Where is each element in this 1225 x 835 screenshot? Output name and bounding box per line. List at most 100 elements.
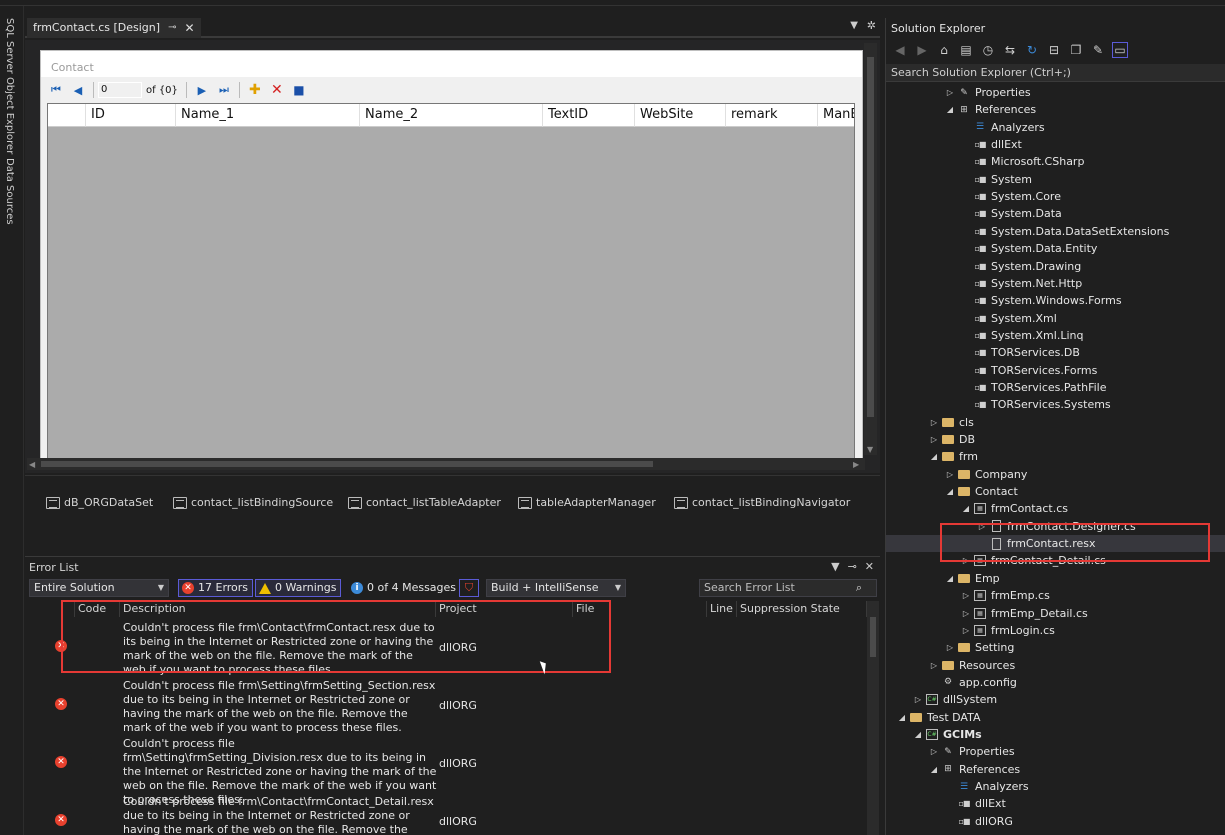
tree-node[interactable]: ▫■ TORServices.Forms (960, 362, 1098, 379)
column-header-name2[interactable]: Name_2 (360, 104, 543, 127)
errors-filter-button[interactable]: ✕ 17 Errors (178, 579, 254, 597)
tree-node[interactable]: ▷ ✎ Properties (944, 84, 1031, 101)
expand-icon[interactable]: ▷ (928, 418, 940, 427)
tree-node[interactable]: ◢ C# GCIMs (912, 726, 982, 743)
tree-node[interactable]: ▫■ System.Drawing (960, 258, 1082, 275)
tree-node[interactable]: ▫■ Microsoft.CSharp (960, 153, 1085, 170)
expand-icon[interactable]: ▷ (960, 626, 972, 635)
show-all-files-icon[interactable]: ❐ (1068, 43, 1084, 57)
panel-menu-icon[interactable]: ▼ (831, 560, 839, 573)
tree-node[interactable]: ⚙ app.config (928, 674, 1017, 691)
tree-node[interactable]: ▷ Company (944, 466, 1027, 483)
scroll-right-icon[interactable]: ▶ (853, 460, 859, 469)
tree-node[interactable]: ☰ Analyzers (944, 778, 1029, 795)
tree-node[interactable]: ▫■ System.Data.Entity (960, 240, 1098, 257)
close-icon[interactable]: ✕ (865, 560, 874, 573)
column-header-remark[interactable]: remark (726, 104, 818, 127)
expand-icon[interactable]: ▷ (960, 609, 972, 618)
filter-icon[interactable]: ⛉ (459, 579, 479, 597)
tree-node[interactable]: ▫■ TORServices.PathFile (960, 379, 1107, 396)
delete-icon[interactable]: ✕ (266, 81, 288, 99)
tree-node[interactable]: ▫■ System.Windows.Forms (960, 292, 1122, 309)
messages-filter-button[interactable]: i 0 of 4 Messages (347, 579, 461, 597)
search-icon[interactable]: ⌕ (856, 580, 862, 596)
pending-changes-icon[interactable]: ◷ (980, 43, 996, 57)
expand-icon[interactable]: ▷ (912, 695, 924, 704)
collapse-icon[interactable]: ◢ (896, 713, 908, 722)
scroll-down-icon[interactable]: ▼ (867, 445, 873, 454)
tree-node[interactable]: ▫■ System.Data.DataSetExtensions (960, 223, 1170, 240)
expand-icon[interactable]: ▷ (928, 661, 940, 670)
collapse-icon[interactable]: ◢ (928, 452, 940, 461)
contact-form-preview[interactable]: Contact ⏮ ◀ 0 of {0} ▶ ⏭ ✚ ✕ ■ ID Name_1… (40, 50, 863, 465)
expand-icon[interactable]: ▷ (944, 470, 956, 479)
scrollbar-thumb[interactable] (867, 57, 874, 417)
gear-icon[interactable]: ✲ (867, 19, 876, 32)
tab-list-dropdown-icon[interactable]: ▼ (850, 20, 858, 31)
refresh-icon[interactable]: ↻ (1024, 43, 1040, 57)
expand-icon[interactable]: ▷ (928, 435, 940, 444)
close-icon[interactable]: ✕ (184, 18, 194, 38)
tree-node[interactable]: ▷ ▦ frmEmp.cs (960, 587, 1050, 604)
switch-views-icon[interactable]: ▤ (958, 43, 974, 57)
collapse-icon[interactable]: ◢ (960, 504, 972, 513)
position-input[interactable]: 0 (98, 82, 142, 98)
collapse-icon[interactable]: ◢ (944, 487, 956, 496)
tree-node[interactable]: ▫■ System.Data (960, 205, 1062, 222)
error-search-input[interactable]: Search Error List ⌕ (699, 579, 877, 597)
tray-item-dataset[interactable]: dB_ORGDataSet (46, 496, 153, 509)
tree-node[interactable]: ▫■ System.Core (960, 188, 1061, 205)
move-last-icon[interactable]: ⏭ (213, 81, 235, 99)
column-header-website[interactable]: WebSite (635, 104, 726, 127)
preview-icon[interactable]: ▭ (1112, 42, 1128, 58)
scroll-left-icon[interactable]: ◀ (29, 460, 35, 469)
data-sources-tab[interactable]: Data Sources (4, 158, 15, 225)
expand-icon[interactable]: ▷ (944, 88, 956, 97)
warnings-filter-button[interactable]: 0 Warnings (255, 579, 342, 597)
column-header-maned[interactable]: ManEd (818, 104, 854, 127)
error-row[interactable]: ✕ Couldn't process file frm\Setting\frmS… (25, 677, 867, 735)
tree-node[interactable]: ◢ Test DATA (896, 709, 981, 726)
expand-icon[interactable]: ▷ (960, 591, 972, 600)
collapse-icon[interactable]: ◢ (928, 765, 940, 774)
sync-icon[interactable]: ⇆ (1002, 43, 1018, 57)
scope-dropdown[interactable]: Entire Solution ▼ (29, 579, 169, 597)
tree-node[interactable]: ▷ cls (928, 414, 974, 431)
designer-horizontal-scrollbar[interactable]: ◀ ▶ (27, 458, 865, 470)
collapse-icon[interactable]: ◢ (944, 574, 956, 583)
tray-item-bindingnavigator[interactable]: contact_listBindingNavigator (674, 496, 850, 509)
save-icon[interactable]: ■ (288, 81, 310, 99)
properties-icon[interactable]: ✎ (1090, 43, 1106, 57)
tree-node[interactable]: ▫■ TORServices.Systems (960, 396, 1111, 413)
move-previous-icon[interactable]: ◀ (67, 81, 89, 99)
tree-node[interactable]: ▫■ dllORG (944, 813, 1013, 830)
forward-icon[interactable]: ▶ (914, 43, 930, 57)
back-icon[interactable]: ◀ (892, 43, 908, 57)
tree-node[interactable]: ▷ Resources (928, 657, 1015, 674)
build-filter-dropdown[interactable]: Build + IntelliSense ▼ (486, 579, 626, 597)
tree-node[interactable]: ▫■ dllExt (944, 795, 1006, 812)
move-next-icon[interactable]: ▶ (191, 81, 213, 99)
sql-server-object-explorer-tab[interactable]: SQL Server Object Explorer (4, 18, 15, 154)
expand-icon[interactable]: ▷ (944, 643, 956, 652)
tree-node[interactable]: ◢ ▦ frmContact.cs (960, 500, 1068, 517)
column-header-textid[interactable]: TextID (543, 104, 635, 127)
tree-node[interactable]: ▷ ✎ Properties (928, 743, 1015, 760)
tab-frmcontact-design[interactable]: frmContact.cs [Design] ⊸ ✕ (27, 18, 201, 38)
tray-item-bindingsource[interactable]: contact_listBindingSource (173, 496, 333, 509)
column-header-line[interactable]: Line (707, 601, 737, 617)
pin-icon[interactable]: ⊸ (848, 560, 857, 573)
tree-node[interactable]: ▫■ System.Net.Http (960, 275, 1083, 292)
tree-node[interactable]: ◢ Contact (944, 483, 1018, 500)
collapse-all-icon[interactable]: ⊟ (1046, 43, 1062, 57)
error-row[interactable]: ✕ Couldn't process file frm\Setting\frmS… (25, 735, 867, 806)
collapse-icon[interactable]: ◢ (912, 730, 924, 739)
tree-node[interactable]: ▫■ TORServices.DB (960, 344, 1080, 361)
contact-data-grid[interactable]: ID Name_1 Name_2 TextID WebSite remark M… (47, 103, 855, 465)
designer-vertical-scrollbar[interactable]: ▼ (864, 43, 877, 455)
tree-node[interactable]: ◢ frm (928, 448, 978, 465)
tree-node[interactable]: ▷ ▦ frmLogin.cs (960, 622, 1055, 639)
tree-node[interactable]: ▫■ System.Xml (960, 310, 1057, 327)
tree-node[interactable]: ▷ C# dllSystem (912, 691, 997, 708)
collapse-icon[interactable]: ◢ (944, 105, 956, 114)
